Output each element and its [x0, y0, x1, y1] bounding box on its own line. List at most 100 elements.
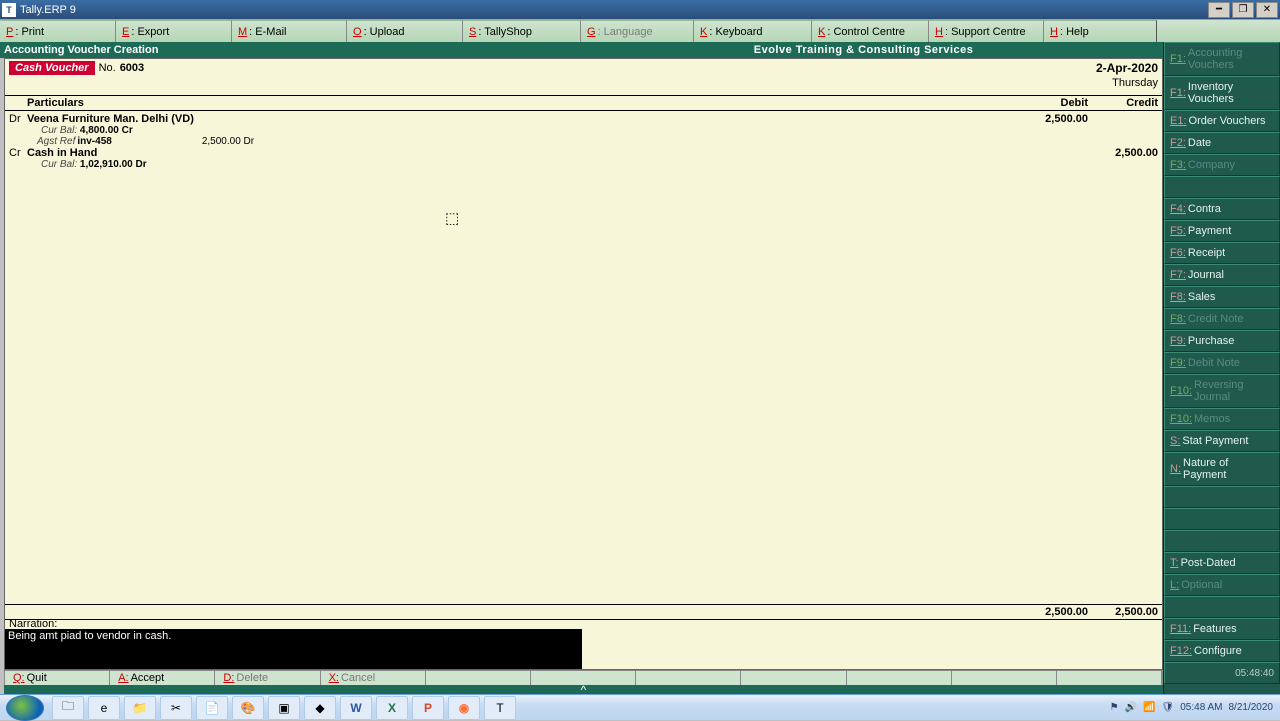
- sidebar-configure[interactable]: F12: Configure: [1164, 640, 1280, 662]
- taskbar-excel-icon[interactable]: X: [376, 696, 408, 720]
- sidebar-contra[interactable]: F4: Contra: [1164, 198, 1280, 220]
- action-spacer: [741, 671, 846, 685]
- sidebar-date[interactable]: F2: Date: [1164, 132, 1280, 154]
- menu-language[interactable]: G: Language: [581, 20, 694, 42]
- taskbar-app-icon[interactable]: ◆: [304, 696, 336, 720]
- cur-bal: Cur Bal: 4,800.00 Cr: [9, 125, 1158, 136]
- start-button[interactable]: [6, 695, 44, 721]
- taskbar-powerpoint-icon[interactable]: P: [412, 696, 444, 720]
- sidebar-memos[interactable]: F10: Memos: [1164, 408, 1280, 430]
- sidebar-company[interactable]: F3: Company: [1164, 154, 1280, 176]
- menu-support-centre[interactable]: H: Support Centre: [929, 20, 1044, 42]
- minimize-button[interactable]: ━: [1208, 2, 1230, 18]
- sidebar-purchase[interactable]: F9: Purchase: [1164, 330, 1280, 352]
- taskbar-firefox-icon[interactable]: ◉: [448, 696, 480, 720]
- sidebar-journal[interactable]: F7: Journal: [1164, 264, 1280, 286]
- narration-input[interactable]: Being amt piad to vendor in cash.: [5, 629, 582, 669]
- sidebar-blank: [1164, 486, 1280, 508]
- sidebar-post-dated[interactable]: T: Post-Dated: [1164, 552, 1280, 574]
- taskbar-cmd-icon[interactable]: ▣: [268, 696, 300, 720]
- sidebar-payment[interactable]: F5: Payment: [1164, 220, 1280, 242]
- sidebar-nature-of-payment[interactable]: N: Nature of Payment: [1164, 452, 1280, 486]
- action-spacer: [426, 671, 531, 685]
- tray-date[interactable]: 8/21/2020: [1229, 702, 1274, 713]
- sidebar-blank: [1164, 508, 1280, 530]
- sidebar-stat-payment[interactable]: S: Stat Payment: [1164, 430, 1280, 452]
- section-header: Accounting Voucher Creation Evolve Train…: [0, 42, 1280, 58]
- windows-taskbar: 🗀 e 📁 ✂ 📄 🎨 ▣ ◆ W X P ◉ T ⚑ 🔊 📶 🛡 05:48 …: [0, 694, 1280, 720]
- sidebar-debit-note[interactable]: F9: Debit Note: [1164, 352, 1280, 374]
- taskbar-word-icon[interactable]: W: [340, 696, 372, 720]
- tray-flag-icon[interactable]: ⚑: [1110, 702, 1119, 713]
- menu-tallyshop[interactable]: S: TallyShop: [463, 20, 581, 42]
- close-button[interactable]: ✕: [1256, 2, 1278, 18]
- sidebar-receipt[interactable]: F6: Receipt: [1164, 242, 1280, 264]
- menu-control-centre[interactable]: K: Control Centre: [812, 20, 929, 42]
- col-particulars: Particulars: [9, 97, 998, 109]
- taskbar-explorer-icon[interactable]: 🗀: [52, 696, 84, 720]
- maximize-button[interactable]: ❐: [1232, 2, 1254, 18]
- cursor-icon: ⬚: [445, 209, 459, 227]
- calculator-strip[interactable]: ^: [4, 685, 1163, 694]
- window-title: Tally.ERP 9: [20, 4, 1206, 16]
- tray-time[interactable]: 05:48 AM: [1180, 702, 1222, 713]
- voucher-work-area: Cash Voucher No. 6003 2-Apr-2020 Thursda…: [4, 58, 1163, 670]
- action-delete: D: Delete: [215, 671, 320, 685]
- bill-ref[interactable]: Agst Refinv-4582,500.00 Dr: [9, 136, 1158, 147]
- sidebar-inventory-vouchers[interactable]: F1: Inventory Vouchers: [1164, 76, 1280, 110]
- tray-shield-icon[interactable]: 🛡: [1162, 702, 1175, 713]
- sidebar-blank: [1164, 176, 1280, 198]
- sidebar-sales[interactable]: F8: Sales: [1164, 286, 1280, 308]
- col-debit: Debit: [998, 97, 1088, 109]
- action-accept[interactable]: A: Accept: [110, 671, 215, 685]
- title-bar: T Tally.ERP 9 ━ ❐ ✕: [0, 0, 1280, 19]
- voucher-no-label: No.: [99, 62, 116, 74]
- taskbar-snip-icon[interactable]: ✂: [160, 696, 192, 720]
- menu-keyboard[interactable]: K: Keyboard: [694, 20, 812, 42]
- menu-help[interactable]: H: Help: [1044, 20, 1157, 42]
- menu-export[interactable]: E: Export: [116, 20, 232, 42]
- sidebar-order-vouchers[interactable]: E1: Order Vouchers: [1164, 110, 1280, 132]
- right-sidebar: F1: Accounting VouchersF1: Inventory Vou…: [1163, 42, 1280, 694]
- taskbar-notepad-icon[interactable]: 📄: [196, 696, 228, 720]
- section-title: Accounting Voucher Creation: [4, 44, 513, 56]
- voucher-date[interactable]: 2-Apr-2020: [1096, 61, 1158, 75]
- sidebar-blank: [1164, 596, 1280, 618]
- app-icon: T: [2, 3, 16, 17]
- system-tray[interactable]: ⚑ 🔊 📶 🛡 05:48 AM 8/21/2020: [1103, 695, 1280, 720]
- menu-bar: P: PrintE: ExportM: E-MailO: UploadS: Ta…: [0, 19, 1280, 42]
- tray-network-icon[interactable]: 📶: [1143, 702, 1155, 713]
- ledger-line[interactable]: CrCash in Hand2,500.00: [9, 147, 1158, 159]
- action-spacer: [1057, 671, 1162, 685]
- action-quit[interactable]: Q: Quit: [5, 671, 110, 685]
- cur-bal: Cur Bal: 1,02,910.00 Dr: [9, 159, 1158, 170]
- taskbar-ie-icon[interactable]: e: [88, 696, 120, 720]
- total-debit: 2,500.00: [998, 606, 1088, 618]
- tray-volume-icon[interactable]: 🔊: [1125, 702, 1137, 713]
- sidebar-optional[interactable]: L: Optional: [1164, 574, 1280, 596]
- taskbar-paint-icon[interactable]: 🎨: [232, 696, 264, 720]
- voucher-no[interactable]: 6003: [120, 62, 144, 74]
- sidebar-reversing-journal[interactable]: F10: Reversing Journal: [1164, 374, 1280, 408]
- sidebar-accounting-vouchers[interactable]: F1: Accounting Vouchers: [1164, 42, 1280, 76]
- voucher-type-badge: Cash Voucher: [9, 61, 95, 75]
- ledger-line[interactable]: DrVeena Furniture Man. Delhi (VD)2,500.0…: [9, 113, 1158, 125]
- sidebar-credit-note[interactable]: F8: Credit Note: [1164, 308, 1280, 330]
- sidebar-sys-time: 05:48:40: [1164, 662, 1280, 684]
- menu-upload[interactable]: O: Upload: [347, 20, 463, 42]
- action-cancel: X: Cancel: [321, 671, 426, 685]
- menu-e-mail[interactable]: M: E-Mail: [232, 20, 347, 42]
- entries-area[interactable]: DrVeena Furniture Man. Delhi (VD)2,500.0…: [5, 111, 1162, 172]
- col-credit: Credit: [1088, 97, 1158, 109]
- taskbar-folder-icon[interactable]: 📁: [124, 696, 156, 720]
- action-spacer: [847, 671, 952, 685]
- voucher-day: Thursday: [5, 77, 1162, 95]
- action-spacer: [636, 671, 741, 685]
- sidebar-features[interactable]: F11: Features: [1164, 618, 1280, 640]
- column-header: Particulars Debit Credit: [5, 95, 1162, 111]
- company-name: Evolve Training & Consulting Services: [513, 44, 1215, 56]
- total-credit: 2,500.00: [1088, 606, 1158, 618]
- action-spacer: [952, 671, 1057, 685]
- taskbar-tally-icon[interactable]: T: [484, 696, 516, 720]
- menu-print[interactable]: P: Print: [0, 20, 116, 42]
